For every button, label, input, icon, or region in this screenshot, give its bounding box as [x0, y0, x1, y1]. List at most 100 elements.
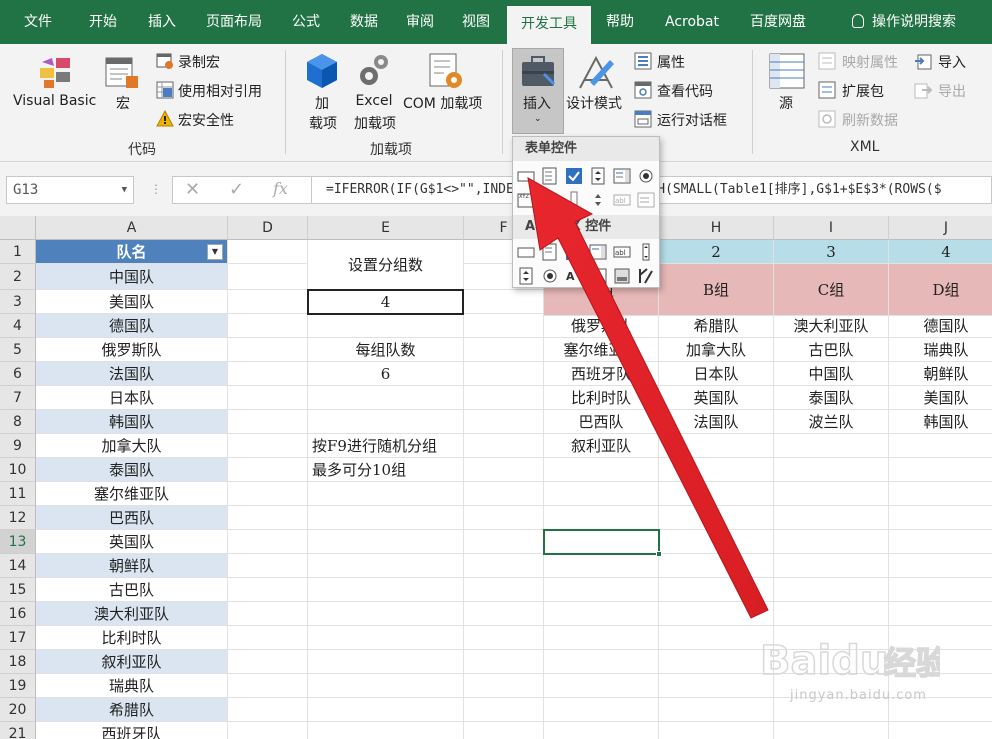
grid-cell[interactable]	[889, 458, 992, 482]
grid-cell[interactable]	[308, 578, 464, 602]
grid-cell[interactable]	[659, 458, 774, 482]
enter-check-icon[interactable]: ✓	[229, 179, 244, 200]
team-cell[interactable]: 泰国队	[36, 458, 228, 482]
grid-cell[interactable]	[464, 530, 544, 554]
team-cell[interactable]: 英国队	[36, 530, 228, 554]
activex-list-box-icon[interactable]	[589, 243, 607, 261]
group-team-cell[interactable]: 瑞典队	[889, 338, 992, 362]
grid-cell[interactable]	[464, 578, 544, 602]
group-team-cell[interactable]: 澳大利亚队	[774, 314, 889, 338]
tab-review[interactable]: 审阅	[392, 0, 448, 44]
grid-cell[interactable]	[308, 626, 464, 650]
team-cell[interactable]: 德国队	[36, 314, 228, 338]
grid-cell[interactable]	[228, 434, 308, 458]
team-cell[interactable]: 塞尔维亚队	[36, 482, 228, 506]
grid-cell[interactable]	[228, 410, 308, 434]
grid-cell[interactable]	[228, 698, 308, 722]
group-team-cell[interactable]: 巴西队	[544, 410, 659, 434]
grid-cell[interactable]	[889, 554, 992, 578]
grid-cell[interactable]	[464, 314, 544, 338]
grid-cell[interactable]	[464, 602, 544, 626]
teams-per-group-label[interactable]: 每组队数	[308, 338, 464, 362]
grid-cell[interactable]	[228, 674, 308, 698]
grid-cell[interactable]	[544, 458, 659, 482]
grid-cell[interactable]	[228, 530, 308, 554]
grid-cell[interactable]	[774, 530, 889, 554]
activex-image-icon[interactable]	[589, 267, 607, 285]
activex-label-icon[interactable]: A	[565, 267, 583, 285]
row-header-20[interactable]: 20	[0, 698, 36, 722]
grid-cell[interactable]	[308, 722, 464, 739]
grid-cell[interactable]	[228, 386, 308, 410]
group-team-cell[interactable]: 美国队	[889, 386, 992, 410]
grid-cell[interactable]	[659, 722, 774, 739]
group-box-control-icon[interactable]: XYZ	[517, 191, 535, 209]
row-header-19[interactable]: 19	[0, 674, 36, 698]
team-name-header[interactable]: 队名 ▼	[36, 240, 228, 264]
button-control-icon[interactable]	[517, 167, 535, 185]
grid-cell[interactable]	[308, 674, 464, 698]
grid-cell[interactable]	[228, 482, 308, 506]
grid-cell[interactable]	[308, 554, 464, 578]
grid-cell[interactable]	[308, 602, 464, 626]
team-cell[interactable]: 美国队	[36, 290, 228, 314]
tab-view[interactable]: 视图	[448, 0, 504, 44]
grid-cell[interactable]	[659, 434, 774, 458]
grid-cell[interactable]	[308, 314, 464, 338]
grid-cell[interactable]	[544, 674, 659, 698]
activex-checkbox-icon[interactable]	[565, 243, 583, 261]
team-cell[interactable]: 日本队	[36, 386, 228, 410]
grid-cell[interactable]	[889, 578, 992, 602]
grid-cell[interactable]	[659, 530, 774, 554]
row-header-15[interactable]: 15	[0, 578, 36, 602]
grid-cell[interactable]	[659, 650, 774, 674]
row-header-13[interactable]: 13	[0, 530, 36, 554]
grid-cell[interactable]	[659, 554, 774, 578]
grid-cell[interactable]	[464, 386, 544, 410]
activex-command-button-icon[interactable]	[517, 243, 535, 261]
grid-cell[interactable]	[228, 314, 308, 338]
row-header-10[interactable]: 10	[0, 458, 36, 482]
group-team-cell[interactable]: 日本队	[659, 362, 774, 386]
group-team-cell[interactable]: 俄罗斯队	[544, 314, 659, 338]
grid-cell[interactable]	[308, 410, 464, 434]
grid-cell[interactable]	[659, 578, 774, 602]
grid-cell[interactable]	[228, 506, 308, 530]
grid-cell[interactable]	[228, 650, 308, 674]
group-team-cell[interactable]: 法国队	[659, 410, 774, 434]
grid-cell[interactable]	[889, 602, 992, 626]
grid-cell[interactable]	[464, 554, 544, 578]
grid-cell[interactable]	[544, 722, 659, 739]
grid-cell[interactable]	[464, 410, 544, 434]
team-cell[interactable]: 法国队	[36, 362, 228, 386]
column-header-d[interactable]: D	[228, 216, 308, 240]
grid-cell[interactable]	[464, 338, 544, 362]
grid-cell[interactable]	[544, 698, 659, 722]
group-team-cell[interactable]: 英国队	[659, 386, 774, 410]
activex-scroll-bar-icon[interactable]	[637, 243, 655, 261]
group-team-cell[interactable]: 西班牙队	[544, 362, 659, 386]
row-header-3[interactable]: 3	[0, 290, 36, 314]
column-header-e[interactable]: E	[308, 216, 464, 240]
column-header-h[interactable]: H	[659, 216, 774, 240]
grid-cell[interactable]	[308, 506, 464, 530]
grid-cell[interactable]	[228, 554, 308, 578]
grid-cell[interactable]	[889, 530, 992, 554]
grid-cell[interactable]	[308, 650, 464, 674]
grid-cell[interactable]	[228, 458, 308, 482]
team-cell[interactable]: 西班牙队	[36, 722, 228, 739]
grid-cell[interactable]	[228, 602, 308, 626]
scroll-arrows-control-icon[interactable]	[589, 191, 607, 209]
f9-shuffle-note[interactable]: 按F9进行随机分组	[308, 434, 544, 458]
grid-cell[interactable]	[544, 650, 659, 674]
tab-home[interactable]: 开始	[74, 0, 132, 44]
group-name[interactable]: D组	[889, 264, 992, 316]
grid-cell[interactable]	[308, 698, 464, 722]
column-header-j[interactable]: J	[889, 216, 992, 240]
grid-cell[interactable]	[464, 290, 544, 314]
row-header-17[interactable]: 17	[0, 626, 36, 650]
grid-cell[interactable]	[774, 578, 889, 602]
team-cell[interactable]: 巴西队	[36, 506, 228, 530]
row-header-12[interactable]: 12	[0, 506, 36, 530]
group-team-cell[interactable]: 加拿大队	[659, 338, 774, 362]
